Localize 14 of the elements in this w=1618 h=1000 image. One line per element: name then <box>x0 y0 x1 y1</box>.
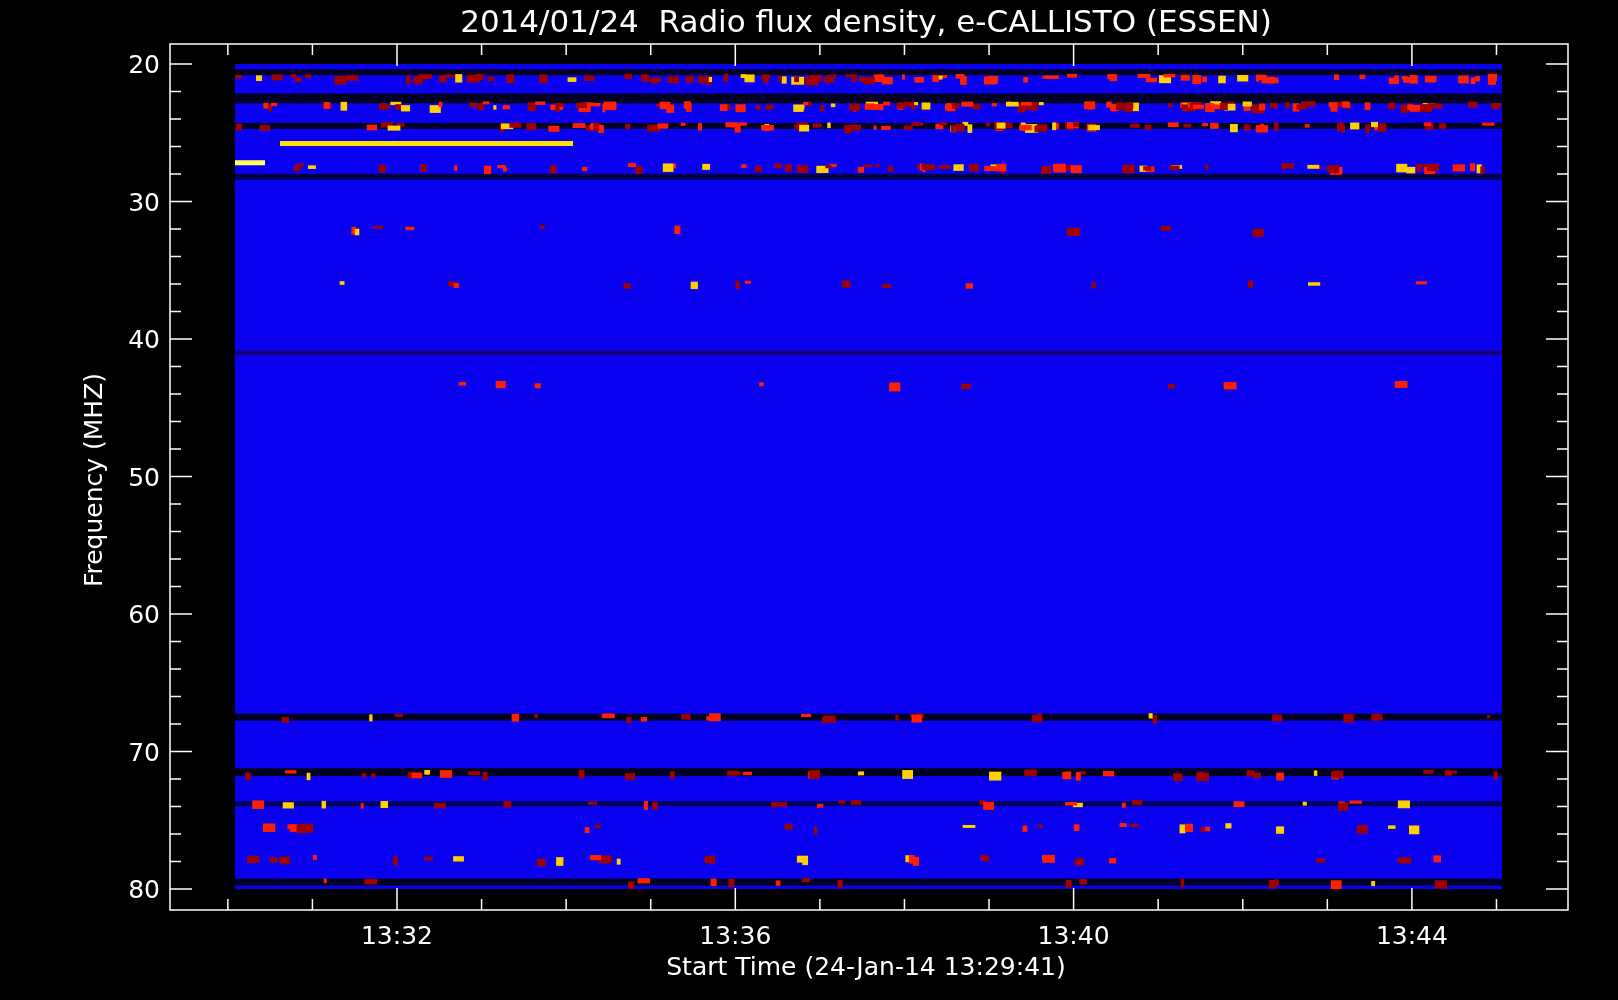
chart-title: 2014/01/24 Radio flux density, e-CALLISTO (ESSEN) <box>460 3 1272 39</box>
x-tick-label: 13:32 <box>361 921 433 950</box>
y-axis-label: Frequency (MHZ) <box>79 372 108 588</box>
x-tick-label: 13:44 <box>1375 921 1448 950</box>
x-tick-label: 13:36 <box>699 921 772 950</box>
x-axis-label: Start Time (24-Jan-14 13:29:41) <box>666 952 1066 981</box>
x-tick-label: 13:40 <box>1037 921 1110 950</box>
y-tick-label: 30 <box>128 187 160 217</box>
y-tick-label: 60 <box>128 600 160 629</box>
y-tick-label: 20 <box>128 50 160 79</box>
y-tick-label: 70 <box>128 737 160 767</box>
y-tick-label: 80 <box>128 875 160 904</box>
y-tick-label: 50 <box>128 462 160 492</box>
y-tick-label: 40 <box>128 325 160 354</box>
